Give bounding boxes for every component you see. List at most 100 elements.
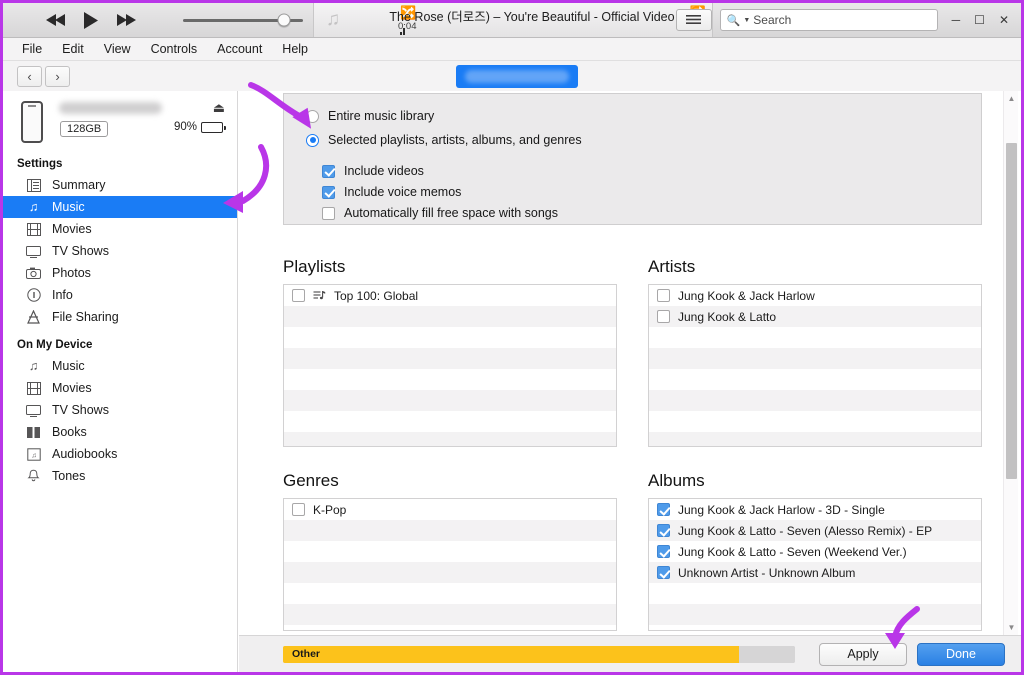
checkbox-auto-fill-free-space[interactable]: Automatically fill free space with songs: [322, 206, 558, 220]
eject-icon[interactable]: ⏏: [213, 100, 225, 116]
sidebar-item-music[interactable]: ♫ Music: [3, 196, 237, 218]
rewind-icon[interactable]: [45, 13, 67, 27]
device-summary[interactable]: ⏏ 128GB 90%: [3, 91, 237, 153]
device-item-audiobooks[interactable]: ♫ Audiobooks: [3, 443, 237, 465]
checkbox[interactable]: [657, 289, 670, 302]
list-item-label: Unknown Artist - Unknown Album: [678, 566, 855, 580]
minimize-button[interactable]: ─: [952, 14, 961, 26]
menu-account[interactable]: Account: [208, 40, 271, 58]
device-item-movies[interactable]: Movies: [3, 377, 237, 399]
sync-options-box: Entire music library Selected playlists,…: [283, 93, 982, 225]
checkbox[interactable]: [657, 503, 670, 516]
books-icon: [25, 426, 42, 439]
list-item-empty: [649, 583, 981, 604]
menu-controls[interactable]: Controls: [142, 40, 207, 58]
checkbox[interactable]: [322, 186, 335, 199]
apply-button[interactable]: Apply: [819, 643, 907, 666]
sidebar-item-label: Music: [52, 200, 85, 214]
radio-button[interactable]: [306, 110, 319, 123]
settings-header: Settings: [3, 153, 237, 174]
device-item-music[interactable]: ♫ Music: [3, 355, 237, 377]
bell-icon: [25, 469, 42, 483]
radio-selected-items[interactable]: Selected playlists, artists, albums, and…: [306, 133, 582, 147]
list-item[interactable]: Jung Kook & Latto: [649, 306, 981, 327]
device-name: [59, 102, 162, 114]
checkbox-include-voice-memos[interactable]: Include voice memos: [322, 185, 461, 199]
list-item-empty: [649, 348, 981, 369]
radio-entire-library[interactable]: Entire music library: [306, 109, 434, 123]
checkbox[interactable]: [657, 545, 670, 558]
menu-edit[interactable]: Edit: [53, 40, 93, 58]
movie-icon: [25, 382, 42, 395]
scroll-up-arrow-icon[interactable]: ▲: [1004, 91, 1019, 106]
menu-help[interactable]: Help: [273, 40, 317, 58]
close-button[interactable]: ✕: [999, 14, 1009, 26]
albums-listbox[interactable]: Jung Kook & Jack Harlow - 3D - Single Ju…: [648, 498, 982, 631]
now-playing-panel[interactable]: ♫ 🔀 The Rose (더로즈) – You're Beautiful - …: [313, 3, 713, 37]
capacity-segment-other[interactable]: Other: [283, 646, 739, 663]
scrollbar-thumb[interactable]: [1006, 143, 1017, 479]
chevron-left-icon[interactable]: ‹: [17, 66, 42, 87]
checkbox-include-videos[interactable]: Include videos: [322, 164, 424, 178]
done-button[interactable]: Done: [917, 643, 1005, 666]
checkbox[interactable]: [322, 165, 335, 178]
sidebar-item-label: File Sharing: [52, 310, 119, 324]
chevron-down-icon[interactable]: ▼: [743, 17, 750, 24]
music-sync-panel: Entire music library Selected playlists,…: [239, 91, 1021, 635]
menu-file[interactable]: File: [13, 40, 51, 58]
list-item-label: Jung Kook & Latto: [678, 310, 776, 324]
sidebar-item-file-sharing[interactable]: File Sharing: [3, 306, 237, 328]
list-item-empty: [284, 583, 616, 604]
playlists-listbox[interactable]: Top 100: Global: [283, 284, 617, 447]
radio-button-selected[interactable]: [306, 134, 319, 147]
capacity-segment-label: Other: [283, 648, 320, 660]
search-input[interactable]: 🔍 ▼ Search: [720, 9, 938, 31]
genres-title: Genres: [283, 471, 339, 491]
sidebar-item-info[interactable]: Info: [3, 284, 237, 306]
checkbox[interactable]: [657, 566, 670, 579]
device-item-tv-shows[interactable]: TV Shows: [3, 399, 237, 421]
list-item[interactable]: Jung Kook & Latto - Seven (Weekend Ver.): [649, 541, 981, 562]
on-my-device-header: On My Device: [3, 328, 237, 355]
checkbox[interactable]: [657, 524, 670, 537]
scroll-down-arrow-icon[interactable]: ▼: [1004, 620, 1019, 635]
sidebar: ⏏ 128GB 90% Settings Summary ♫ Music: [3, 91, 238, 672]
forward-icon[interactable]: [115, 13, 137, 27]
device-item-label: Audiobooks: [52, 447, 117, 461]
sidebar-item-label: Summary: [52, 178, 105, 192]
chevron-right-icon[interactable]: ›: [45, 66, 70, 87]
list-item[interactable]: K-Pop: [284, 499, 616, 520]
list-item-empty: [284, 604, 616, 625]
transport-controls: [3, 11, 303, 30]
genres-listbox[interactable]: K-Pop: [283, 498, 617, 631]
sidebar-item-movies[interactable]: Movies: [3, 218, 237, 240]
volume-slider[interactable]: [183, 19, 303, 22]
checkbox[interactable]: [657, 310, 670, 323]
artists-listbox[interactable]: Jung Kook & Jack Harlow Jung Kook & Latt…: [648, 284, 982, 447]
sidebar-item-tv-shows[interactable]: TV Shows: [3, 240, 237, 262]
list-item[interactable]: Unknown Artist - Unknown Album: [649, 562, 981, 583]
list-item[interactable]: Jung Kook & Jack Harlow - 3D - Single: [649, 499, 981, 520]
maximize-button[interactable]: ☐: [974, 14, 985, 26]
vertical-scrollbar[interactable]: ▲ ▼: [1003, 91, 1018, 635]
action-buttons: Apply Done: [819, 643, 1021, 666]
sync-music-tab[interactable]: [456, 65, 578, 88]
window-controls: ─ ☐ ✕: [952, 14, 1013, 26]
device-item-books[interactable]: Books: [3, 421, 237, 443]
list-item[interactable]: Jung Kook & Latto - Seven (Alesso Remix)…: [649, 520, 981, 541]
list-item[interactable]: Jung Kook & Jack Harlow: [649, 285, 981, 306]
sidebar-item-photos[interactable]: Photos: [3, 262, 237, 284]
menu-view[interactable]: View: [95, 40, 140, 58]
sidebar-item-summary[interactable]: Summary: [3, 174, 237, 196]
capacity-bar[interactable]: Other: [283, 646, 795, 663]
list-view-icon[interactable]: [676, 9, 712, 31]
play-icon[interactable]: [83, 11, 99, 30]
checkbox[interactable]: [292, 503, 305, 516]
device-item-tones[interactable]: Tones: [3, 465, 237, 487]
volume-knob[interactable]: [277, 14, 290, 27]
on-my-device-list: ♫ Music Movies TV Shows Books: [3, 355, 237, 487]
device-item-label: Tones: [52, 469, 85, 483]
checkbox[interactable]: [292, 289, 305, 302]
checkbox[interactable]: [322, 207, 335, 220]
list-item[interactable]: Top 100: Global: [284, 285, 616, 306]
